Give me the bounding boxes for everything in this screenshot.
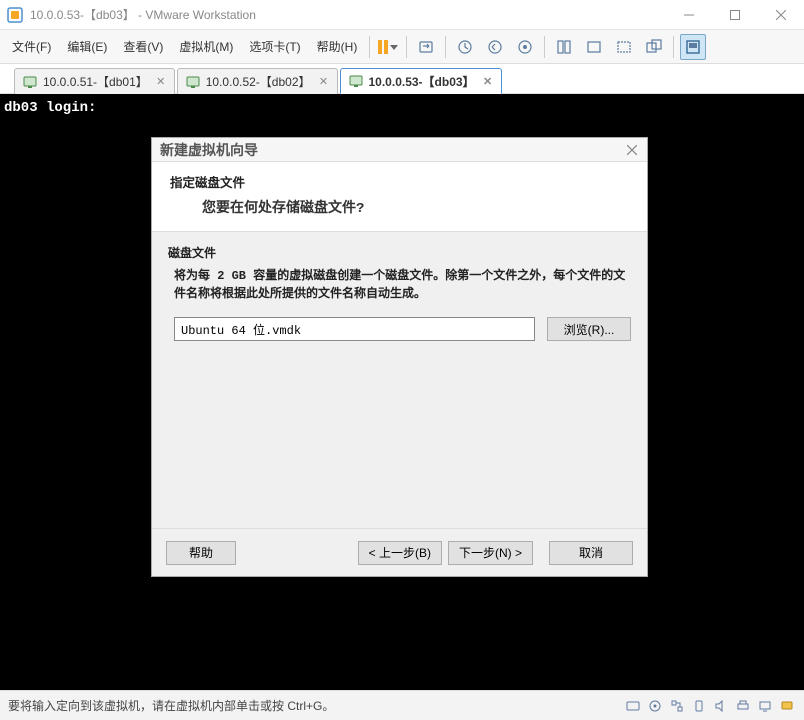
window-title: 10.0.0.53-【db03】 - VMware Workstation bbox=[30, 6, 256, 23]
statusbar: 要将输入定向到该虚拟机，请在虚拟机内部单击或按 Ctrl+G。 bbox=[0, 690, 804, 720]
snapshot-take-button[interactable] bbox=[452, 34, 478, 60]
terminal[interactable]: db03 login: 新建虚拟机向导 指定磁盘文件 您要在何处存储磁盘文件? … bbox=[0, 94, 804, 690]
tab-db01[interactable]: 10.0.0.51-【db01】 ✕ bbox=[14, 68, 175, 94]
vm-icon bbox=[349, 74, 363, 88]
tab-label: 10.0.0.53-【db03】 bbox=[369, 73, 475, 90]
disk-file-label: 磁盘文件 bbox=[168, 244, 631, 261]
printer-icon[interactable] bbox=[734, 697, 752, 715]
dropdown-icon bbox=[390, 43, 398, 51]
tab-db03[interactable]: 10.0.0.53-【db03】 ✕ bbox=[340, 68, 502, 94]
next-button[interactable]: 下一步(N) > bbox=[448, 541, 533, 565]
fit-guest-icon bbox=[556, 39, 572, 55]
minimize-button[interactable] bbox=[666, 0, 712, 30]
new-vm-wizard-dialog: 新建虚拟机向导 指定磁盘文件 您要在何处存储磁盘文件? 磁盘文件 将为每 2 G… bbox=[151, 137, 648, 577]
tab-close-button[interactable]: ✕ bbox=[154, 75, 168, 89]
separator bbox=[445, 36, 446, 58]
window-controls bbox=[666, 0, 804, 30]
wizard-title: 新建虚拟机向导 bbox=[160, 140, 258, 160]
unity-button[interactable] bbox=[641, 34, 667, 60]
wizard-body: 磁盘文件 将为每 2 GB 容量的虚拟磁盘创建一个磁盘文件。除第一个文件之外，每… bbox=[152, 232, 647, 528]
separator bbox=[406, 36, 407, 58]
wizard-header: 指定磁盘文件 您要在何处存储磁盘文件? bbox=[152, 162, 647, 232]
menu-view[interactable]: 查看(V) bbox=[115, 34, 171, 59]
tabbar: 10.0.0.51-【db01】 ✕ 10.0.0.52-【db02】 ✕ 10… bbox=[0, 64, 804, 94]
wizard-close-button[interactable] bbox=[623, 141, 641, 159]
close-button[interactable] bbox=[758, 0, 804, 30]
wizard-subheading: 您要在何处存储磁盘文件? bbox=[202, 197, 629, 217]
disk-file-description: 将为每 2 GB 容量的虚拟磁盘创建一个磁盘文件。除第一个文件之外，每个文件的文… bbox=[168, 267, 631, 303]
snapshot-manager-button[interactable] bbox=[512, 34, 538, 60]
sound-icon[interactable] bbox=[712, 697, 730, 715]
network-icon[interactable] bbox=[668, 697, 686, 715]
send-ctrl-alt-del-button[interactable] bbox=[413, 34, 439, 60]
menu-vm[interactable]: 虚拟机(M) bbox=[171, 34, 241, 59]
titlebar: 10.0.0.53-【db03】 - VMware Workstation bbox=[0, 0, 804, 30]
separator bbox=[369, 36, 370, 58]
fullscreen-icon bbox=[616, 39, 632, 55]
fullscreen-button[interactable] bbox=[611, 34, 637, 60]
pause-icon bbox=[378, 40, 388, 54]
help-button[interactable]: 帮助 bbox=[166, 541, 236, 565]
vm-icon bbox=[186, 75, 200, 89]
wizard-titlebar: 新建虚拟机向导 bbox=[152, 138, 647, 162]
thumbnail-button[interactable] bbox=[680, 34, 706, 60]
tab-close-button[interactable]: ✕ bbox=[481, 74, 495, 88]
cd-icon[interactable] bbox=[646, 697, 664, 715]
send-icon bbox=[418, 39, 434, 55]
usb-icon[interactable] bbox=[690, 697, 708, 715]
menu-edit[interactable]: 编辑(E) bbox=[59, 34, 115, 59]
wizard-heading: 指定磁盘文件 bbox=[170, 172, 629, 191]
maximize-button[interactable] bbox=[712, 0, 758, 30]
message-icon[interactable] bbox=[778, 697, 796, 715]
snapshot-revert-button[interactable] bbox=[482, 34, 508, 60]
menubar: 文件(F) 编辑(E) 查看(V) 虚拟机(M) 选项卡(T) 帮助(H) bbox=[0, 30, 804, 64]
thumbnail-icon bbox=[685, 39, 701, 55]
separator bbox=[673, 36, 674, 58]
disk-filename-input[interactable] bbox=[174, 317, 535, 341]
menu-tabs[interactable]: 选项卡(T) bbox=[241, 34, 308, 59]
tab-label: 10.0.0.51-【db01】 bbox=[43, 73, 148, 90]
power-button[interactable] bbox=[374, 34, 402, 60]
cancel-button[interactable]: 取消 bbox=[549, 541, 633, 565]
snapshot-manager-icon bbox=[517, 39, 533, 55]
fit-guest-button[interactable] bbox=[551, 34, 577, 60]
back-button[interactable]: < 上一步(B) bbox=[358, 541, 442, 565]
unity-icon bbox=[646, 39, 662, 55]
menu-help[interactable]: 帮助(H) bbox=[309, 34, 366, 59]
tab-db02[interactable]: 10.0.0.52-【db02】 ✕ bbox=[177, 68, 338, 94]
fit-window-icon bbox=[586, 39, 602, 55]
snapshot-revert-icon bbox=[487, 39, 503, 55]
separator bbox=[544, 36, 545, 58]
status-icons bbox=[624, 697, 796, 715]
wizard-footer: 帮助 < 上一步(B) 下一步(N) > 取消 bbox=[152, 528, 647, 576]
fit-window-button[interactable] bbox=[581, 34, 607, 60]
browse-button[interactable]: 浏览(R)... bbox=[547, 317, 631, 341]
disk-icon[interactable] bbox=[624, 697, 642, 715]
vm-icon bbox=[23, 75, 37, 89]
terminal-line: db03 login: bbox=[4, 100, 800, 116]
tab-label: 10.0.0.52-【db02】 bbox=[206, 73, 311, 90]
display-icon[interactable] bbox=[756, 697, 774, 715]
snapshot-icon bbox=[457, 39, 473, 55]
status-message: 要将输入定向到该虚拟机，请在虚拟机内部单击或按 Ctrl+G。 bbox=[8, 697, 334, 714]
tab-close-button[interactable]: ✕ bbox=[317, 75, 331, 89]
menu-file[interactable]: 文件(F) bbox=[4, 34, 59, 59]
app-icon bbox=[6, 6, 24, 24]
